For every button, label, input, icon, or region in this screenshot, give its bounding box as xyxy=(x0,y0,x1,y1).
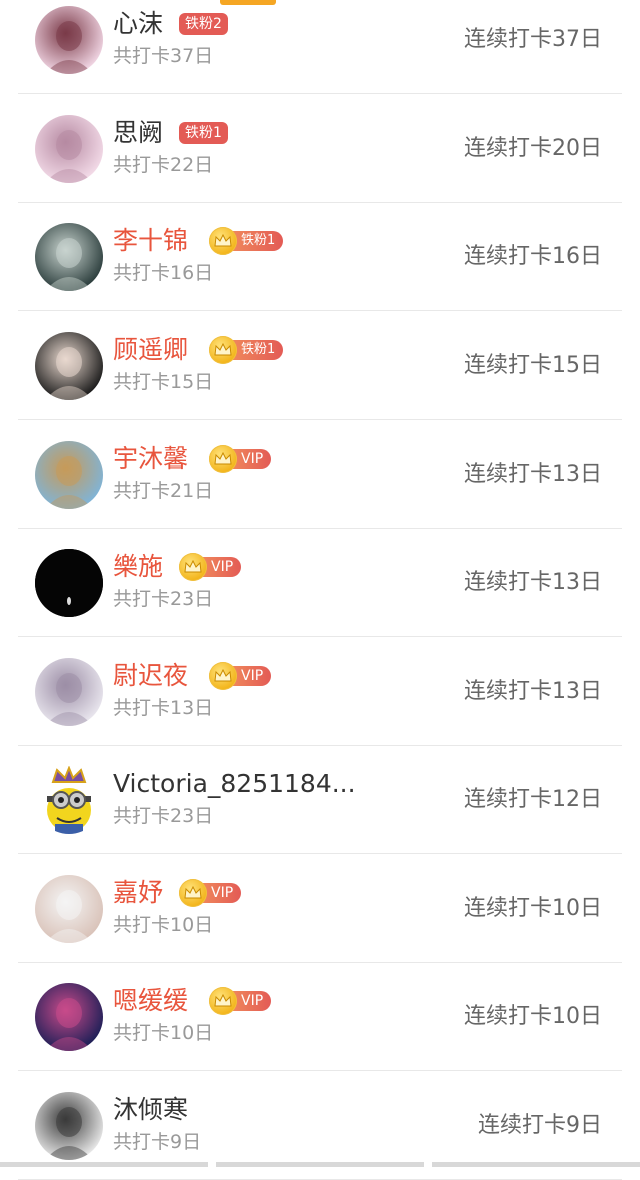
fan-badge: VIP xyxy=(209,445,272,473)
total-checkin-count: 共打卡15日 xyxy=(113,371,214,393)
crown-icon xyxy=(209,336,237,364)
fan-badge: 铁粉1 xyxy=(179,121,228,145)
masked-face-icon[interactable] xyxy=(35,875,103,943)
user-name[interactable]: 心沫 xyxy=(113,9,163,39)
user-name[interactable]: 顾遥卿 xyxy=(113,335,188,365)
list-item[interactable]: 李十锦 铁粉1 共打卡16日 连续打卡16日 xyxy=(18,203,622,311)
dark-icon[interactable] xyxy=(35,549,103,617)
crown-icon xyxy=(209,445,237,473)
row-divider xyxy=(18,310,622,311)
crown-icon xyxy=(209,987,237,1015)
list-item[interactable]: Victoria_8251184... 共打卡23日 连续打卡12日 xyxy=(18,746,622,854)
streak-checkin-count: 连续打卡37日 xyxy=(464,27,602,52)
streak-checkin-count: 连续打卡13日 xyxy=(464,462,602,487)
total-checkin-count: 共打卡23日 xyxy=(113,805,214,827)
portrait-girl-icon[interactable] xyxy=(35,115,103,183)
fan-badge: 铁粉1 xyxy=(209,336,284,364)
streak-checkin-count: 连续打卡12日 xyxy=(464,787,602,812)
iron-fan-badge: 铁粉1 xyxy=(229,231,284,251)
iron-fan-badge: 铁粉1 xyxy=(179,122,228,144)
total-checkin-count: 共打卡22日 xyxy=(113,154,214,176)
portrait-girl-icon[interactable] xyxy=(35,332,103,400)
fan-badge: VIP xyxy=(209,987,272,1015)
list-item[interactable]: 顾遥卿 铁粉1 共打卡15日 连续打卡15日 xyxy=(18,312,622,420)
user-name[interactable]: 思阙 xyxy=(113,118,163,148)
list-item[interactable]: 尉迟夜 VIP 共打卡13日 连续打卡13日 xyxy=(18,638,622,746)
row-divider xyxy=(18,636,622,637)
bottom-bar-segment xyxy=(0,1162,208,1167)
crown-icon xyxy=(179,553,207,581)
list-item[interactable]: 思阙 铁粉1 共打卡22日 连续打卡20日 xyxy=(18,95,622,203)
streak-checkin-count: 连续打卡16日 xyxy=(464,244,602,269)
streak-checkin-count: 连续打卡10日 xyxy=(464,896,602,921)
total-checkin-count: 共打卡9日 xyxy=(113,1131,202,1153)
fan-badge: VIP xyxy=(179,879,242,907)
total-checkin-count: 共打卡37日 xyxy=(113,45,214,67)
list-item[interactable]: 心沫 铁粉2 共打卡37日 连续打卡37日 xyxy=(18,0,622,94)
list-item[interactable]: 樂施 VIP 共打卡23日 连续打卡13日 xyxy=(18,529,622,637)
portrait-girl-icon[interactable] xyxy=(35,1092,103,1160)
user-name[interactable]: 樂施 xyxy=(113,552,163,582)
user-name[interactable]: 沐倾寒 xyxy=(113,1095,188,1125)
portrait-girl-icon[interactable] xyxy=(35,658,103,726)
streak-checkin-count: 连续打卡10日 xyxy=(464,1004,602,1029)
streak-checkin-count: 连续打卡13日 xyxy=(464,570,602,595)
streak-checkin-count: 连续打卡15日 xyxy=(464,353,602,378)
minion-crown-icon[interactable] xyxy=(35,766,103,834)
streak-checkin-count: 连续打卡13日 xyxy=(464,679,602,704)
bottom-bar-segment xyxy=(216,1162,424,1167)
total-checkin-count: 共打卡13日 xyxy=(113,697,214,719)
fan-badge: 铁粉2 xyxy=(179,12,228,36)
total-checkin-count: 共打卡10日 xyxy=(113,1022,214,1044)
total-checkin-count: 共打卡16日 xyxy=(113,262,214,284)
iron-fan-badge: 铁粉1 xyxy=(229,340,284,360)
iron-fan-badge: 铁粉2 xyxy=(179,13,228,35)
list-item[interactable]: 嗯缓缓 VIP 共打卡10日 连续打卡10日 xyxy=(18,963,622,1071)
row-divider xyxy=(18,853,622,854)
streak-checkin-count: 连续打卡9日 xyxy=(478,1113,602,1138)
bottom-bar-segment xyxy=(432,1162,640,1167)
streak-checkin-count: 连续打卡20日 xyxy=(464,136,602,161)
portrait-girl-icon[interactable] xyxy=(35,223,103,291)
landscape-person-icon[interactable] xyxy=(35,441,103,509)
user-name[interactable]: 宇沐馨 xyxy=(113,444,188,474)
fan-badge: VIP xyxy=(209,662,272,690)
crown-icon xyxy=(209,227,237,255)
fan-badge: VIP xyxy=(179,553,242,581)
row-divider xyxy=(18,93,622,94)
user-name[interactable]: 嗯缓缓 xyxy=(113,986,188,1016)
list-item[interactable]: 嘉妤 VIP 共打卡10日 连续打卡10日 xyxy=(18,855,622,963)
crown-icon xyxy=(179,879,207,907)
user-name[interactable]: Victoria_8251184... xyxy=(113,769,356,799)
user-name[interactable]: 嘉妤 xyxy=(113,878,163,908)
total-checkin-count: 共打卡10日 xyxy=(113,914,214,936)
fan-badge: 铁粉1 xyxy=(209,227,284,255)
row-divider xyxy=(18,1070,622,1071)
row-divider xyxy=(18,419,622,420)
total-checkin-count: 共打卡23日 xyxy=(113,588,214,610)
list-item[interactable]: 宇沐馨 VIP 共打卡21日 连续打卡13日 xyxy=(18,421,622,529)
portrait-girl-icon[interactable] xyxy=(35,6,103,74)
user-name[interactable]: 尉迟夜 xyxy=(113,661,188,691)
crown-icon xyxy=(209,662,237,690)
total-checkin-count: 共打卡21日 xyxy=(113,480,214,502)
stage-group-icon[interactable] xyxy=(35,983,103,1051)
bottom-scroll-hint xyxy=(0,1162,640,1167)
user-name[interactable]: 李十锦 xyxy=(113,226,188,256)
